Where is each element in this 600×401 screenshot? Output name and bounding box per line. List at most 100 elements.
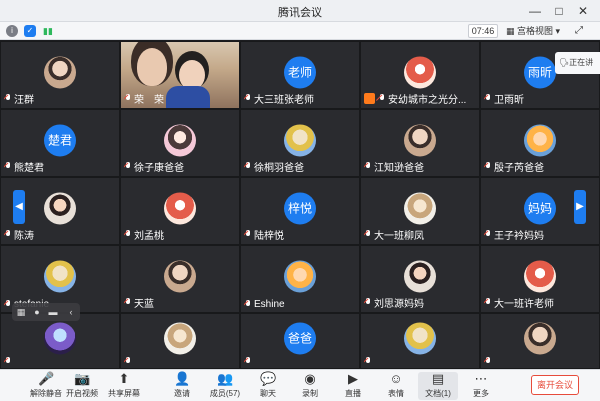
info-icon[interactable]: i [6, 25, 18, 37]
record-icon: ◉ [304, 371, 316, 386]
toolbar-button-label: 开启视频 [66, 389, 98, 398]
participant-name: 安幼城市之光分... [388, 95, 467, 106]
participant-tile[interactable]: 梓悦 陆梓悦 [240, 177, 360, 245]
participant-avatar [524, 322, 556, 355]
user-icon[interactable]: ● [31, 306, 43, 318]
fullscreen-icon[interactable]: ⤢ [572, 24, 586, 38]
participant-avatar [524, 260, 556, 293]
participant-avatar: 爸爸 [284, 322, 316, 355]
signal-icon[interactable]: ▮▮ [42, 25, 54, 37]
toolbar-button-emoji[interactable]: ☺ 表情 [376, 372, 416, 400]
toolbar-button-label: 成员(57) [209, 389, 241, 398]
participant-name: 熊楚君 [14, 163, 44, 174]
mic-muted-icon [4, 162, 12, 171]
participant-tile[interactable]: 徐桐羽爸爸 [240, 109, 360, 177]
participant-label: 江知逊爸爸 [364, 159, 424, 174]
mic-muted-icon [4, 94, 12, 103]
mic-muted-icon [4, 357, 12, 366]
participant-label: 大一班柳凤 [364, 227, 424, 242]
participant-label: 刘孟桃 [124, 227, 164, 242]
leave-meeting-button[interactable]: 离开会议 [531, 375, 579, 395]
participant-avatar [404, 260, 436, 293]
toolbar-button-live[interactable]: ▶ 直播 [333, 372, 373, 400]
mic-muted-icon [484, 298, 492, 307]
participant-tile[interactable]: Eshine [240, 245, 360, 313]
participant-label: 大一班许老师 [484, 295, 554, 310]
minimize-icon[interactable]: — [526, 2, 544, 20]
toolbar-button-share-screen[interactable]: ⬆ 共享屏幕 [104, 372, 144, 400]
participant-label: 天蓝 [124, 295, 154, 310]
toolbar-button-record[interactable]: ◉ 录制 [290, 372, 330, 400]
invite-icon: 👤 [174, 371, 191, 386]
participant-name: 徐子康爸爸 [134, 163, 184, 174]
layout-icon[interactable]: ▦ [15, 306, 27, 318]
toolbar-button-mic-muted[interactable]: 🎤 解除静音 [26, 372, 66, 400]
mic-muted-icon [484, 94, 492, 103]
chat-bubble-icon[interactable]: ▬ [47, 306, 59, 318]
more-icon: ⋯ [474, 371, 488, 386]
view-mode-button[interactable]: ▦ 宫格视图 ▾ [506, 24, 562, 38]
grid-view-icon: ▦ [506, 26, 518, 36]
toolbar-button-label: 共享屏幕 [108, 389, 140, 398]
participant-label: 荣 荣 [124, 91, 164, 106]
participant-tile[interactable] [480, 313, 600, 369]
participant-tile[interactable]: 老师 大三班张老师 [240, 41, 360, 109]
participant-name: 天蓝 [134, 299, 154, 310]
participant-tile[interactable]: 爸爸 [240, 313, 360, 369]
toolbar-button-chat[interactable]: 💬 聊天 [248, 372, 288, 400]
participant-avatar [284, 124, 316, 157]
participant-avatar [404, 56, 436, 89]
mic-muted-icon [484, 230, 492, 239]
shield-icon[interactable]: ✓ [24, 25, 36, 37]
toolbar-button-members[interactable]: 👥 成员(57) [205, 372, 245, 400]
participant-tile[interactable]: 大一班柳凤 [360, 177, 480, 245]
mic-muted-icon [124, 94, 132, 103]
participant-tile[interactable]: 刘思源妈妈 [360, 245, 480, 313]
toolbar-button-document[interactable]: ▤ 文档(1) [418, 372, 458, 400]
participant-avatar [404, 124, 436, 157]
participant-tile[interactable]: 楚君 熊楚君 [0, 109, 120, 177]
toolbar-button-more[interactable]: ⋯ 更多 [461, 372, 501, 400]
toolbar-button-label: 更多 [473, 389, 489, 398]
participant-label: 殷子芮爸爸 [484, 159, 544, 174]
bottom-toolbar: 离开会议 🎤 解除静音 📷 开启视频 ⬆ 共享屏幕 👤 邀请 👥 成员(57) 💬 聊天 ◉ 录制 ▶ 直播 ☺… [0, 369, 600, 401]
participant-tile[interactable]: 殷子芮爸爸 [480, 109, 600, 177]
participant-label: 徐桐羽爸爸 [244, 159, 304, 174]
participant-tile[interactable]: 徐子康爸爸 [120, 109, 240, 177]
chat-icon: 💬 [260, 371, 277, 386]
participant-label: 大三班张老师 [244, 91, 314, 106]
close-icon[interactable]: ✕ [574, 2, 592, 20]
participant-avatar [44, 56, 76, 89]
participant-avatar [164, 322, 196, 355]
toolbar-button-invite[interactable]: 👤 邀请 [162, 372, 202, 400]
participant-tile[interactable]: 荣 荣 [120, 41, 240, 109]
participant-tile[interactable] [120, 313, 240, 369]
participant-tile[interactable] [360, 313, 480, 369]
window-title: 腾讯会议 [278, 7, 322, 19]
participant-tile[interactable]: 大一班许老师 [480, 245, 600, 313]
participant-tile[interactable]: 江知逊爸爸 [360, 109, 480, 177]
next-page-icon[interactable]: ▶ [574, 190, 586, 224]
chevron-down-icon: ▾ [553, 26, 561, 36]
participant-label: 刘思源妈妈 [364, 295, 424, 310]
participant-avatar [284, 260, 316, 293]
share-screen-icon: ⬆ [118, 371, 130, 386]
collapse-icon[interactable]: ‹ [65, 306, 77, 318]
participant-tile[interactable]: 汪群 [0, 41, 120, 109]
mic-muted-icon [244, 94, 252, 103]
toolbar-button-camera-off[interactable]: 📷 开启视频 [62, 372, 102, 400]
participant-label: 陆梓悦 [244, 227, 284, 242]
participant-avatar [44, 192, 76, 225]
participant-avatar [404, 322, 436, 355]
participant-tile[interactable]: 安幼城市之光分... [360, 41, 480, 109]
participant-avatar [164, 124, 196, 157]
maximize-icon[interactable]: □ [550, 2, 568, 20]
prev-page-icon[interactable]: ◀ [13, 190, 25, 224]
participant-tile[interactable]: 刘孟桃 [120, 177, 240, 245]
participant-label: 安幼城市之光分... [364, 91, 466, 106]
participant-tile[interactable] [0, 313, 120, 369]
toolbar-button-label: 录制 [302, 389, 318, 398]
participant-tile[interactable]: 天蓝 [120, 245, 240, 313]
participant-name: 刘孟桃 [134, 231, 164, 242]
participant-name: 汪群 [14, 95, 34, 106]
